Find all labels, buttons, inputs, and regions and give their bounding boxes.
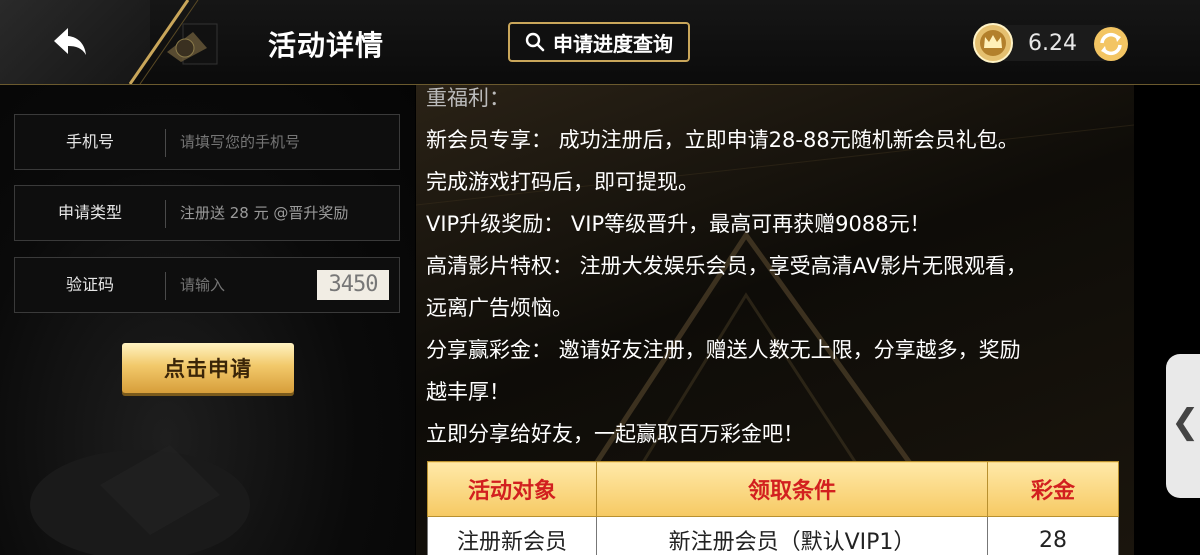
captcha-row: 验证码 3450 [14, 257, 400, 313]
text-line: VIP升级奖励： VIP等级晋升，最高可再获赠9088元！ [426, 212, 931, 236]
text-line: 完成游戏打码后，即可提现。 [426, 170, 699, 194]
captcha-input[interactable] [180, 258, 300, 312]
balance-value: 6.24 [1028, 31, 1077, 56]
side-expand-tab[interactable]: ❮ [1166, 354, 1200, 498]
top-bar: 活动详情 申请进度查询 6.24 [0, 0, 1200, 85]
crown-coin-icon [973, 23, 1013, 63]
emblem-icon [167, 23, 218, 65]
divider [165, 272, 166, 300]
submit-apply-button[interactable]: 点击申请 [122, 343, 294, 393]
search-icon [525, 32, 545, 52]
activity-description: 重福利： 新会员专享： 成功注册后，立即申请28-88元随机新会员礼包。 完成游… [426, 85, 1132, 455]
text-line: 越丰厚！ [426, 380, 510, 404]
text-line: 高清影片特权： 注册大发娱乐会员，享受高清AV影片无限观看， [426, 254, 1028, 278]
chevron-left-icon: ❮ [1171, 402, 1200, 442]
apply-type-value[interactable]: 注册送 28 元 @晋升奖励 [180, 186, 395, 240]
table-header-cell: 彩金 [987, 461, 1119, 517]
activity-content-panel: 重福利： 新会员专享： 成功注册后，立即申请28-88元随机新会员礼包。 完成游… [416, 85, 1134, 555]
text-line: 重福利： [426, 86, 510, 110]
phone-label: 手机号 [65, 132, 114, 151]
progress-query-button[interactable]: 申请进度查询 [508, 22, 690, 62]
table-cell: 28 [987, 516, 1119, 555]
back-arrow-icon [54, 28, 86, 55]
apply-type-label: 申请类型 [57, 203, 122, 222]
divider [165, 129, 166, 157]
text-line: 立即分享给好友，一起赢取百万彩金吧！ [426, 422, 804, 446]
text-line: 远离广告烦恼。 [426, 296, 573, 320]
table-row: 注册新会员 新注册会员（默认VIP1） 28 [427, 516, 1119, 555]
table-cell: 注册新会员 [427, 516, 597, 555]
apply-type-row: 申请类型 注册送 28 元 @晋升奖励 [14, 185, 400, 241]
table-header-row: 活动对象 领取条件 彩金 [427, 461, 1119, 517]
table-header-cell: 领取条件 [596, 461, 988, 517]
table-header-cell: 活动对象 [427, 461, 597, 517]
phone-row: 手机号 [14, 114, 400, 170]
text-line: 分享赢彩金： 邀请好友注册，赠送人数无上限，分享越多，奖励 [426, 338, 1021, 362]
captcha-label: 验证码 [65, 275, 114, 294]
progress-query-label: 申请进度查询 [553, 31, 673, 56]
text-line: 新会员专享： 成功注册后，立即申请28-88元随机新会员礼包。 [426, 128, 1019, 152]
reward-table: 活动对象 领取条件 彩金 注册新会员 新注册会员（默认VIP1） 28 [427, 461, 1119, 555]
page-title: 活动详情 [268, 29, 385, 62]
divider [165, 200, 166, 228]
phone-input[interactable] [180, 115, 400, 169]
captcha-image[interactable]: 3450 [317, 270, 389, 300]
table-cell: 新注册会员（默认VIP1） [596, 516, 988, 555]
refresh-icon[interactable] [1093, 26, 1129, 62]
